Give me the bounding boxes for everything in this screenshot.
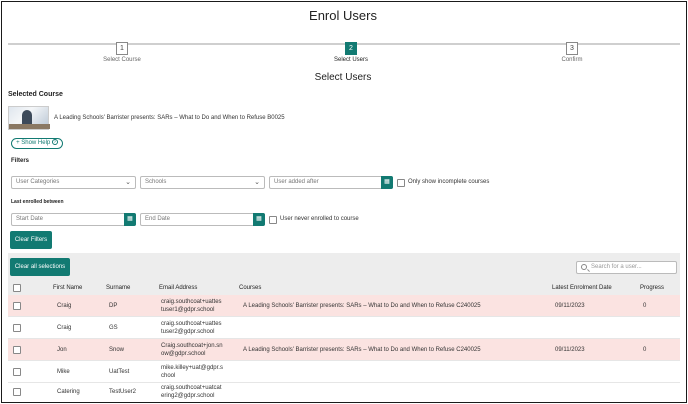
email-cell: craig.southcoat+uatcat ering2@gdpr.school (161, 384, 222, 400)
row-checkbox[interactable] (13, 324, 21, 332)
row-checkbox[interactable] (13, 388, 21, 396)
email-line: ow@gdpr.school (161, 351, 206, 357)
user-added-after-placeholder: User added after (274, 179, 319, 185)
selected-course-name: A Leading Schools' Barrister presents: S… (54, 115, 285, 121)
email-cell: Craig.southcoat+jon.sn ow@gdpr.school (161, 342, 223, 358)
section-title: Select Users (314, 72, 372, 83)
chevron-down-icon: ⌄ (125, 179, 131, 186)
table-row[interactable]: Craig DP craig.southcoat+uattes tuser1@gd… (8, 295, 680, 317)
email-cell: mike.killey+uat@gdpr.s chool (161, 364, 223, 380)
first-name-cell: Craig (57, 303, 72, 309)
calendar-icon[interactable]: ▦ (253, 213, 265, 226)
table-header: First Name Surname Email Address Courses… (8, 281, 680, 295)
column-progress[interactable]: Progress (640, 285, 664, 291)
row-checkbox[interactable] (13, 302, 21, 310)
first-name-cell: Mike (57, 369, 70, 375)
step-label: Select Course (103, 57, 141, 63)
enrolment-date-cell: 09/11/2023 (555, 347, 585, 353)
row-checkbox[interactable] (13, 346, 21, 354)
step-number: 1 (116, 42, 128, 55)
never-enrolled-label: User never enrolled to course (280, 216, 359, 222)
page-title: Enrol Users (309, 8, 377, 23)
step-number: 2 (345, 42, 357, 55)
surname-cell: TestUser2 (109, 389, 137, 395)
never-enrolled-checkbox[interactable] (269, 216, 277, 224)
start-date-input[interactable]: Start Date ▦ (11, 213, 136, 226)
progress-cell: 0 (643, 347, 647, 353)
first-name-cell: Jon (57, 347, 67, 353)
search-placeholder: Search for a user... (591, 264, 642, 270)
step-select-users[interactable]: 2 Select Users (301, 37, 401, 63)
filters-heading: Filters (11, 158, 30, 164)
email-line: craig.southcoat+uattes (161, 299, 222, 305)
step-select-course[interactable]: 1 Select Course (72, 37, 172, 63)
column-first-name[interactable]: First Name (53, 285, 82, 291)
user-categories-select[interactable]: User Categories ⌄ (11, 176, 136, 189)
end-date-placeholder: End Date (145, 216, 171, 222)
email-cell: craig.southcoat+uattes tuser1@gdpr.school (161, 298, 222, 314)
column-courses[interactable]: Courses (239, 285, 261, 291)
show-help-label: + Show Help (16, 140, 51, 146)
step-confirm[interactable]: 3 Confirm (522, 37, 622, 63)
last-enrolled-heading: Last enrolled between (11, 199, 64, 205)
email-line: Craig.southcoat+jon.sn (161, 343, 223, 349)
end-date-input[interactable]: End Date ▦ (140, 213, 265, 226)
user-search-input[interactable]: Search for a user... (576, 261, 677, 274)
email-line: ering2@gdpr.school (161, 393, 215, 399)
schools-select[interactable]: Schools ⌄ (140, 176, 265, 189)
enrolment-date-cell: 09/11/2023 (555, 303, 585, 309)
table-row[interactable]: Catering TestUser2 craig.southcoat+uatca… (8, 381, 680, 402)
column-latest-enrolment[interactable]: Latest Enrolment Date (552, 285, 612, 291)
clear-selections-button[interactable]: Clear all selections (10, 258, 70, 276)
step-number: 3 (566, 42, 578, 55)
first-name-cell: Catering (57, 389, 80, 395)
course-cell: A Leading Schools' Barrister presents: S… (243, 303, 481, 309)
surname-cell: UatTest (109, 369, 130, 375)
show-help-button[interactable]: + Show Help ? (11, 138, 63, 149)
email-line: chool (161, 373, 176, 379)
email-line: craig.southcoat+uattes (161, 321, 222, 327)
table-row[interactable]: Craig GS craig.southcoat+uattes tuser2@gd… (8, 317, 680, 339)
column-email[interactable]: Email Address (159, 285, 197, 291)
selected-course-heading: Selected Course (8, 91, 63, 98)
surname-cell: GS (109, 325, 118, 331)
clear-filters-button[interactable]: Clear Filters (10, 231, 52, 249)
calendar-icon[interactable]: ▦ (124, 213, 136, 226)
chevron-down-icon: ⌄ (254, 179, 260, 186)
help-icon: ? (51, 139, 58, 146)
incomplete-courses-label: Only show incomplete courses (408, 179, 490, 185)
select-all-checkbox[interactable] (13, 284, 21, 292)
row-checkbox[interactable] (13, 368, 21, 376)
column-surname[interactable]: Surname (106, 285, 130, 291)
email-line: craig.southcoat+uatcat (161, 385, 222, 391)
user-categories-placeholder: User Categories (16, 179, 60, 185)
user-added-after-input[interactable]: User added after ▦ (269, 176, 393, 189)
search-icon (581, 264, 587, 270)
start-date-placeholder: Start Date (16, 216, 44, 222)
schools-placeholder: Schools (145, 179, 167, 185)
table-row[interactable]: Mike UatTest mike.killey+uat@gdpr.s chool (8, 361, 680, 383)
surname-cell: Snow (109, 347, 125, 353)
step-label: Confirm (561, 57, 583, 63)
email-line: tuser2@gdpr.school (161, 329, 215, 335)
email-cell: craig.southcoat+uattes tuser2@gdpr.school (161, 320, 222, 336)
progress-cell: 0 (643, 303, 647, 309)
step-label: Select Users (333, 57, 368, 63)
course-thumbnail (8, 106, 50, 130)
course-cell: A Leading Schools' Barrister presents: S… (243, 347, 481, 353)
surname-cell: DP (109, 303, 118, 309)
incomplete-courses-checkbox[interactable] (397, 179, 405, 187)
calendar-icon[interactable]: ▦ (381, 176, 393, 189)
first-name-cell: Craig (57, 325, 72, 331)
email-line: mike.killey+uat@gdpr.s (161, 365, 223, 371)
table-row[interactable]: Jon Snow Craig.southcoat+jon.sn ow@gdpr.s… (8, 339, 680, 361)
email-line: tuser1@gdpr.school (161, 307, 215, 313)
